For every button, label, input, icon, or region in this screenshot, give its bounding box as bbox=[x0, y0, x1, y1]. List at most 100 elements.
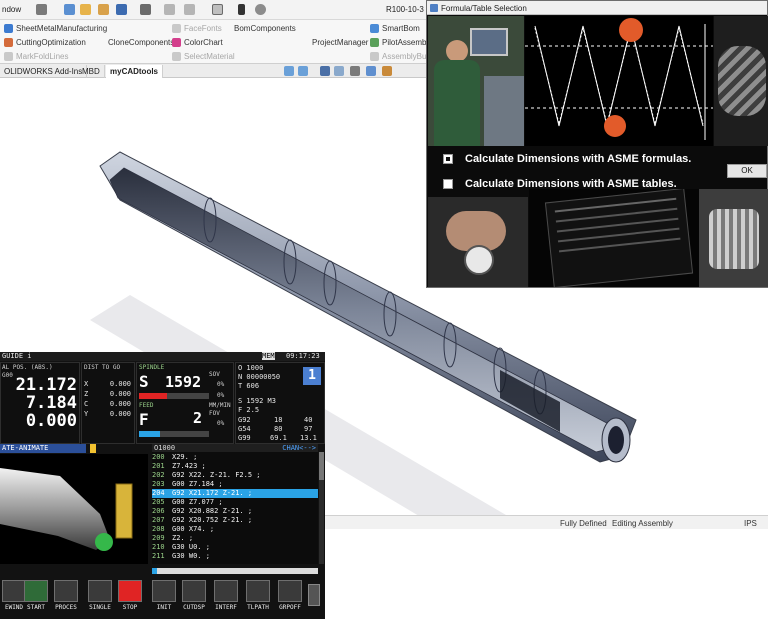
ribbon-projectmanager-button[interactable]: ProjectManager bbox=[312, 36, 368, 49]
softkey-label: STOP bbox=[122, 604, 138, 611]
pin-icon[interactable] bbox=[36, 4, 47, 15]
softkey-start[interactable]: START bbox=[22, 580, 50, 616]
program-line[interactable]: 200 X29. ; bbox=[152, 453, 318, 462]
lathe-simulation-graphic[interactable] bbox=[0, 454, 148, 564]
axis-c-label: C bbox=[84, 400, 89, 408]
traffic-light-icon[interactable] bbox=[238, 4, 245, 15]
program-line[interactable]: 208 G00 X74. ; bbox=[152, 525, 318, 534]
markfold-icon bbox=[4, 52, 13, 61]
process-icon bbox=[54, 580, 78, 602]
softkey-init[interactable]: INIT bbox=[150, 580, 178, 616]
softkey-tlpath[interactable]: TLPATH bbox=[244, 580, 272, 616]
program-line[interactable]: 202 G92 X22. Z-21. F2.5 ; bbox=[152, 471, 318, 480]
status-units[interactable]: IPS bbox=[744, 519, 757, 528]
program-line[interactable]: 205 G00 Z7.077 ; bbox=[152, 498, 318, 507]
dist-c: 0.000 bbox=[109, 400, 131, 408]
window-menu[interactable]: ndow bbox=[2, 5, 21, 14]
tables-radio[interactable] bbox=[443, 179, 453, 189]
ribbon-colorchart-button[interactable]: ColorChart bbox=[172, 36, 223, 49]
ribbon-bomcomponents-button[interactable]: BomComponents bbox=[234, 22, 296, 35]
ribbon-facefonts-button[interactable]: FaceFonts bbox=[172, 22, 222, 35]
softkey-cutdsp[interactable]: CUTDSP bbox=[180, 580, 208, 616]
program-line[interactable]: 203 G00 Z7.184 ; bbox=[152, 480, 318, 489]
program-line[interactable]: 201 Z7.423 ; bbox=[152, 462, 318, 471]
option-formulas[interactable]: Calculate Dimensions with ASME formulas. bbox=[443, 153, 691, 165]
program-line-current[interactable]: 204 G92 X21.172 Z-21. ; bbox=[152, 489, 318, 498]
softkey-stop[interactable]: STOP bbox=[116, 580, 144, 616]
channel-toggle[interactable]: CHAN<--> bbox=[282, 444, 316, 452]
appearance-icon[interactable] bbox=[382, 66, 392, 76]
ribbon-clone-button[interactable]: CloneComponents bbox=[108, 36, 174, 49]
ribbon-label: PilotAssembly bbox=[382, 38, 433, 47]
sov-value: 0% bbox=[217, 381, 225, 388]
g-row-value: 40 bbox=[304, 416, 313, 424]
cut-display-icon bbox=[182, 580, 206, 602]
formulas-radio[interactable] bbox=[443, 154, 453, 164]
ok-button[interactable]: OK bbox=[727, 164, 767, 178]
tab-mbd[interactable]: MBD bbox=[78, 65, 105, 78]
thread-diagram bbox=[525, 16, 713, 146]
open-folder-icon[interactable] bbox=[98, 4, 109, 15]
tab-mycadtools[interactable]: myCADtools bbox=[106, 65, 164, 78]
g-row-value: 18 bbox=[274, 416, 283, 424]
feed-load-bar bbox=[139, 431, 209, 437]
program-listing[interactable]: 200 X29. ; 201 Z7.423 ; 202 G92 X22. Z-21. … bbox=[152, 452, 318, 564]
ribbon-label: ColorChart bbox=[184, 38, 223, 47]
single-block-icon bbox=[88, 580, 112, 602]
softkey-interf[interactable]: INTERF bbox=[212, 580, 240, 616]
select-arrow-icon[interactable] bbox=[212, 4, 223, 15]
view-orientation-icon[interactable] bbox=[334, 66, 344, 76]
fov-value: 0% bbox=[217, 420, 225, 427]
print-icon[interactable] bbox=[140, 4, 151, 15]
sov-label: SOV bbox=[209, 371, 220, 378]
program-line[interactable]: 209 Z2. ; bbox=[152, 534, 318, 543]
softkey-label: SINGLE bbox=[89, 604, 111, 611]
zoom-area-icon[interactable] bbox=[298, 66, 308, 76]
program-scrollbar[interactable] bbox=[319, 452, 324, 564]
ribbon-cutting-button[interactable]: CuttingOptimization bbox=[4, 36, 86, 49]
ribbon-label: ProjectManager bbox=[312, 38, 369, 47]
feed-label: FEED bbox=[139, 402, 154, 409]
g-row-value: 69.1 bbox=[270, 434, 287, 442]
softkey-label: GRPOFF bbox=[279, 604, 301, 611]
ribbon-smartbom-button[interactable]: SmartBom bbox=[370, 22, 420, 35]
ribbon-pilotassembly-button[interactable]: PilotAssembly bbox=[370, 36, 432, 49]
softkey-process[interactable]: PROCES bbox=[52, 580, 80, 616]
animate-header: ATE-ANIMATE bbox=[0, 444, 86, 453]
undo-icon[interactable] bbox=[164, 4, 175, 15]
section-view-icon[interactable] bbox=[320, 66, 330, 76]
stop-icon bbox=[118, 580, 142, 602]
softkey-label: CUTDSP bbox=[183, 604, 205, 611]
search-zoom-icon[interactable] bbox=[284, 66, 294, 76]
program-line[interactable]: 207 G92 X20.752 Z-21. ; bbox=[152, 516, 318, 525]
pos-x: 21.172 bbox=[15, 375, 77, 395]
hide-show-icon[interactable] bbox=[366, 66, 376, 76]
display-style-icon[interactable] bbox=[350, 66, 360, 76]
program-line[interactable]: 206 G92 X20.882 Z-21. ; bbox=[152, 507, 318, 516]
program-line[interactable]: 210 G30 U0. ; bbox=[152, 543, 318, 552]
tab-addins[interactable]: OLIDWORKS Add-Ins bbox=[0, 65, 88, 78]
options-gear-icon[interactable] bbox=[255, 4, 266, 15]
colorchart-icon bbox=[172, 38, 181, 47]
softkey-single[interactable]: SINGLE bbox=[86, 580, 114, 616]
feed-letter: F bbox=[139, 410, 149, 429]
interference-icon bbox=[214, 580, 238, 602]
new-document-icon[interactable] bbox=[80, 4, 91, 15]
softkey-grpoff[interactable]: GRPOFF bbox=[276, 580, 304, 616]
home-icon[interactable] bbox=[64, 4, 75, 15]
program-line[interactable]: 211 G30 W0. ; bbox=[152, 552, 318, 561]
tool-number: T 606 bbox=[238, 382, 260, 390]
ribbon-sheetmetal-button[interactable]: SheetMetalManufacturing bbox=[4, 22, 107, 35]
program-info-pane: O 1000 N 00000050 T 606 1 S 1592 M3 F 2.… bbox=[235, 362, 325, 444]
ribbon-markfold-button[interactable]: MarkFoldLines bbox=[4, 50, 68, 63]
ribbon-selectmaterial-button[interactable]: SelectMaterial bbox=[172, 50, 235, 63]
g-row-value: 97 bbox=[304, 425, 313, 433]
redo-icon[interactable] bbox=[184, 4, 195, 15]
softkey-next-arrow[interactable] bbox=[308, 584, 320, 606]
cutting-icon bbox=[4, 38, 13, 47]
save-icon[interactable] bbox=[116, 4, 127, 15]
program-number: O 1000 bbox=[238, 364, 264, 372]
ribbon-assemblybuilder-button[interactable]: AssemblyBu bbox=[370, 50, 426, 63]
feed-value: 2 bbox=[193, 409, 203, 427]
ribbon-label: FaceFonts bbox=[184, 24, 222, 33]
